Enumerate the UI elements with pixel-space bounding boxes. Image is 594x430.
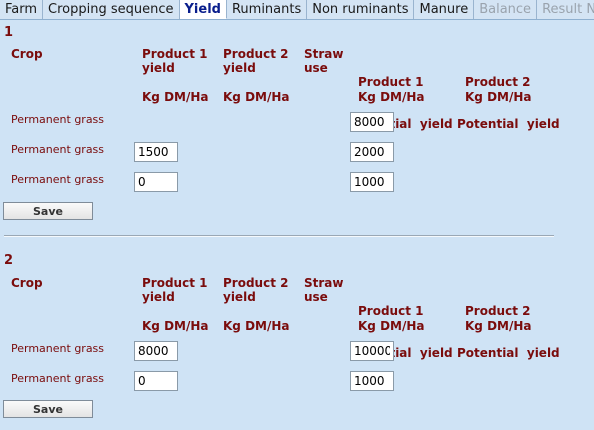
unit-product2-potential: Kg DM/Ha	[465, 319, 532, 333]
header-product1-potential-line1: Product 1	[358, 304, 424, 318]
header-product1-yield-line1: Product 1	[142, 47, 208, 61]
section-1-title: 1	[4, 25, 14, 40]
crop-label: Permanent grass	[11, 143, 105, 156]
header-product2-yield-line2: yield	[223, 290, 256, 304]
tab-yield[interactable]: Yield	[179, 0, 227, 19]
header-crop: Crop	[11, 47, 43, 61]
header-product2-yield: Product 2 yield	[223, 47, 288, 75]
header-product2-yield-line1: Product 2	[223, 47, 289, 61]
product1-potential-input[interactable]	[350, 142, 394, 162]
unit-product2-yield: Kg DM/Ha	[223, 90, 290, 104]
product1-potential-input[interactable]	[350, 341, 394, 361]
tab-manure[interactable]: Manure	[414, 0, 475, 19]
tab-cropping-sequence[interactable]: Cropping sequence	[43, 0, 180, 19]
header-product1-potential-line1: Product 1	[358, 75, 424, 89]
tab-non-ruminants[interactable]: Non ruminants	[307, 0, 415, 19]
product1-yield-input[interactable]	[134, 172, 178, 192]
header-straw-use-line2: use	[304, 290, 328, 304]
header-product2-potential-line2: Potential yield	[457, 346, 560, 360]
unit-product1-potential: Kg DM/Ha	[358, 90, 425, 104]
product1-yield-input[interactable]	[134, 341, 178, 361]
save-button[interactable]: Save	[3, 202, 93, 220]
unit-product1-yield: Kg DM/Ha	[142, 319, 209, 333]
header-product2-yield-line2: yield	[223, 61, 256, 75]
crop-label: Permanent grass	[11, 372, 105, 385]
section-divider	[4, 235, 554, 237]
header-straw-use-line1: Straw	[304, 47, 344, 61]
header-product2-potential-line1: Product 2	[465, 75, 531, 89]
product1-potential-input[interactable]	[350, 371, 394, 391]
header-straw-use-line1: Straw	[304, 276, 344, 290]
product1-yield-input[interactable]	[134, 142, 178, 162]
section-2-title: 2	[4, 253, 14, 268]
header-product2-potential-line2: Potential yield	[457, 117, 560, 131]
save-button[interactable]: Save	[3, 400, 93, 418]
unit-product2-potential: Kg DM/Ha	[465, 90, 532, 104]
crop-label: Permanent grass	[11, 173, 105, 186]
product1-potential-input[interactable]	[350, 112, 394, 132]
header-straw-use-line2: use	[304, 61, 328, 75]
header-product1-yield-line1: Product 1	[142, 276, 208, 290]
header-product1-yield: Product 1 yield	[142, 276, 207, 304]
unit-product1-potential: Kg DM/Ha	[358, 319, 425, 333]
header-product2-yield-line1: Product 2	[223, 276, 289, 290]
tab-balance: Balance	[474, 0, 538, 19]
crop-label: Permanent grass	[11, 342, 105, 355]
header-product1-yield: Product 1 yield	[142, 47, 207, 75]
tab-farm[interactable]: Farm	[0, 0, 44, 19]
header-product2-yield: Product 2 yield	[223, 276, 288, 304]
header-straw-use: Straw use	[304, 276, 343, 304]
header-product2-potential-line1: Product 2	[465, 304, 531, 318]
tab-result-n: Result N	[537, 0, 594, 19]
product1-yield-input[interactable]	[134, 371, 178, 391]
unit-product1-yield: Kg DM/Ha	[142, 90, 209, 104]
header-product1-yield-line2: yield	[142, 61, 175, 75]
unit-product2-yield: Kg DM/Ha	[223, 319, 290, 333]
crop-label: Permanent grass	[11, 113, 105, 126]
product1-potential-input[interactable]	[350, 172, 394, 192]
tab-ruminants[interactable]: Ruminants	[227, 0, 308, 19]
header-straw-use: Straw use	[304, 47, 343, 75]
tab-bar: Farm Cropping sequence Yield Ruminants N…	[0, 0, 594, 20]
header-product1-yield-line2: yield	[142, 290, 175, 304]
header-crop: Crop	[11, 276, 43, 290]
